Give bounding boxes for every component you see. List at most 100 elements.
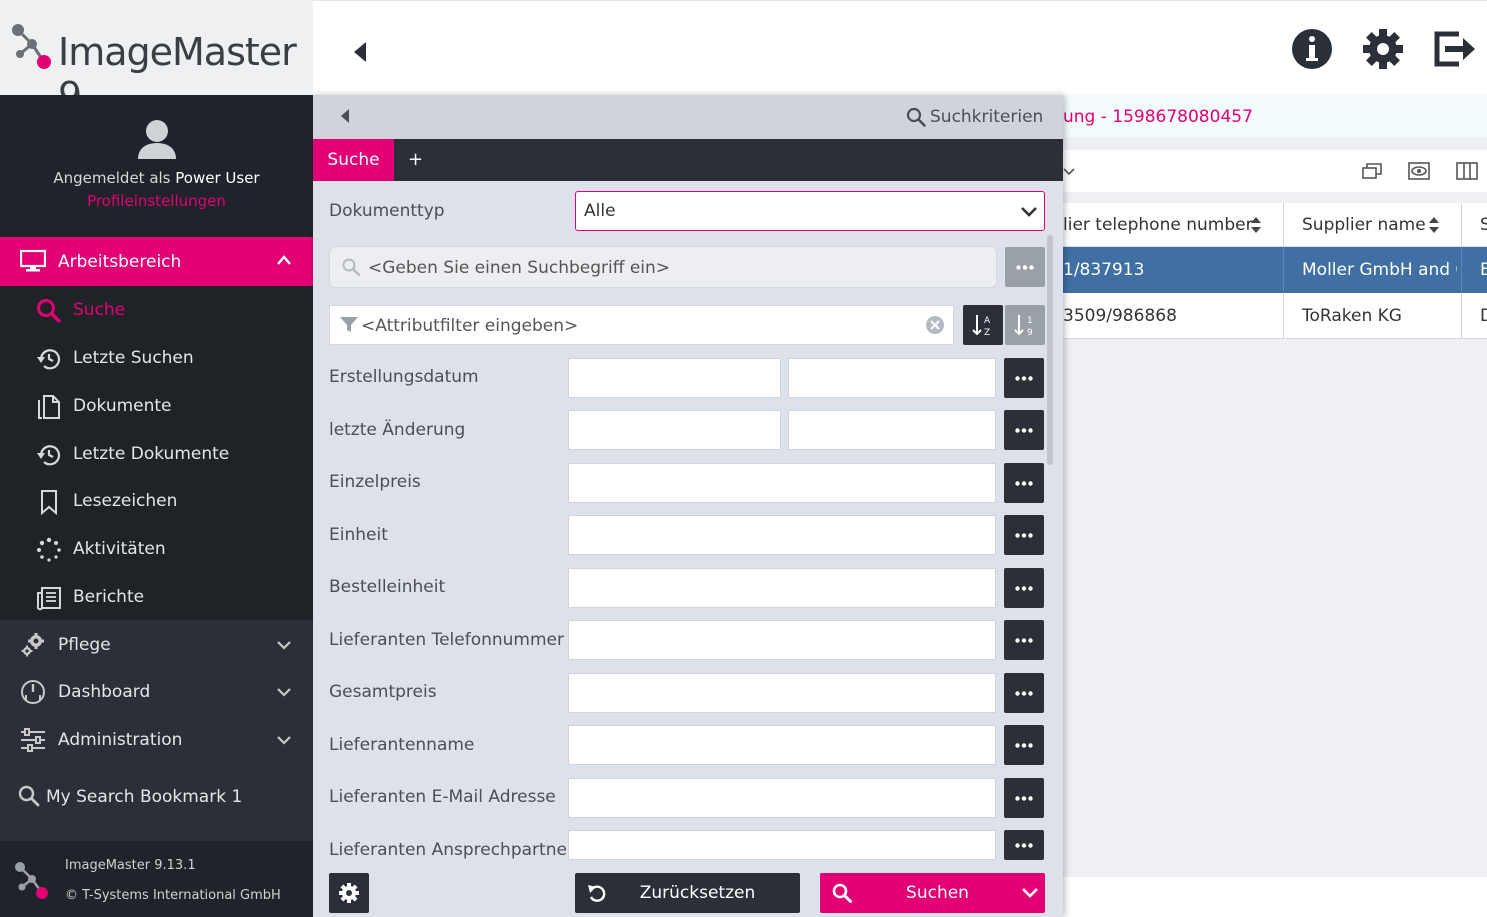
order-unit-input[interactable]	[568, 568, 996, 608]
sliders-icon	[21, 728, 45, 752]
result-footer	[1063, 877, 1487, 917]
search-button-label: Suchen	[906, 883, 969, 903]
field-options-button[interactable]	[1004, 778, 1044, 818]
creation-date-from-input[interactable]	[568, 358, 781, 398]
sort-numeric-button[interactable]: 1 9	[1005, 305, 1045, 345]
sidebar-item-recent-documents[interactable]: Letzte Dokumente	[0, 430, 313, 477]
nav-administration-label: Administration	[58, 730, 183, 750]
windows-icon[interactable]	[1361, 162, 1383, 180]
sidebar-item-reports[interactable]: Berichte	[0, 573, 313, 620]
more-icon	[1015, 638, 1033, 643]
field-options-button[interactable]	[1004, 358, 1044, 398]
unit-input[interactable]	[568, 515, 996, 555]
chevron-down-icon	[277, 641, 291, 650]
svg-text:9: 9	[1027, 328, 1033, 337]
logout-icon[interactable]	[1433, 28, 1475, 70]
last-change-to-input[interactable]	[788, 410, 996, 450]
column-header-extra[interactable]: S	[1480, 215, 1487, 235]
supplier-name-input[interactable]	[568, 725, 996, 765]
history-icon	[37, 445, 61, 466]
field-options-button[interactable]	[1004, 515, 1044, 555]
sidebar-item-activities[interactable]: Aktivitäten	[0, 525, 313, 572]
columns-icon[interactable]	[1456, 162, 1478, 180]
sidebar-item-bookmarks[interactable]: Lesezeichen	[0, 477, 313, 524]
sidebar-item-label: Aktivitäten	[73, 539, 166, 559]
cell-extra: D	[1480, 306, 1487, 326]
field-options-button[interactable]	[1004, 568, 1044, 608]
unit-price-input[interactable]	[568, 463, 996, 503]
attribute-filter-input[interactable]: <Attributfilter eingeben>	[329, 305, 954, 345]
column-header-phone[interactable]: lier telephone number	[1063, 215, 1253, 235]
collapse-sidebar-icon[interactable]	[351, 40, 369, 64]
search-input[interactable]: <Geben Sie einen Suchbegriff ein>	[329, 246, 997, 288]
supplier-contact-input[interactable]	[568, 830, 996, 860]
clear-icon[interactable]	[925, 315, 945, 335]
sort-alpha-button[interactable]: A Z	[963, 305, 1003, 345]
search-button[interactable]: Suchen	[820, 873, 1045, 913]
sidebar-item-label: Letzte Suchen	[73, 348, 194, 368]
last-change-from-input[interactable]	[568, 410, 781, 450]
doctype-select[interactable]: Alle	[575, 191, 1045, 231]
sort-icon[interactable]	[1429, 217, 1439, 233]
column-divider	[1283, 293, 1284, 338]
column-header-supplier[interactable]: Supplier name	[1302, 215, 1426, 235]
field-label-last-change: letzte Änderung	[329, 420, 466, 440]
sidebar-item-label: Letzte Dokumente	[73, 444, 230, 464]
search-icon	[342, 258, 360, 276]
tab-search[interactable]: Suche	[313, 139, 394, 181]
sort-icon[interactable]	[1251, 217, 1261, 233]
field-options-button[interactable]	[1004, 463, 1044, 503]
search-options-button[interactable]	[1005, 247, 1045, 287]
sidebar-item-recent-searches[interactable]: Letzte Suchen	[0, 334, 313, 381]
app-version: ImageMaster 9.13.1	[65, 858, 196, 873]
result-table-header: lier telephone number Supplier name S	[1063, 203, 1487, 247]
nav-maintenance-label: Pflege	[58, 635, 111, 655]
field-options-button[interactable]	[1004, 725, 1044, 765]
gear-icon	[339, 883, 359, 903]
table-row[interactable]: 3509/986868 ToRaken KG D	[1063, 293, 1487, 339]
monitor-icon	[20, 249, 46, 272]
search-settings-button[interactable]	[329, 873, 369, 913]
filter-icon	[340, 317, 358, 332]
table-row[interactable]: 1/837913 Moller GmbH and Co E	[1063, 247, 1487, 293]
field-options-button[interactable]	[1004, 830, 1044, 860]
field-options-button[interactable]	[1004, 620, 1044, 660]
sidebar-footer: ImageMaster 9.13.1 © T-Systems Internati…	[0, 841, 313, 917]
bookmark-icon	[41, 490, 57, 515]
field-options-button[interactable]	[1004, 410, 1044, 450]
nav-workspace[interactable]: Arbeitsbereich	[0, 237, 313, 286]
sidebar-item-label: Lesezeichen	[73, 491, 178, 511]
sidebar-item-documents[interactable]: Dokumente	[0, 382, 313, 429]
panel-scrollbar[interactable]	[1047, 235, 1053, 465]
chevron-down-icon[interactable]	[1021, 887, 1039, 899]
nav-dashboard[interactable]: Dashboard	[0, 668, 313, 715]
nav-maintenance[interactable]: Pflege	[0, 621, 313, 668]
collapse-panel-icon[interactable]	[340, 108, 350, 124]
cell-phone: 3509/986868	[1063, 306, 1177, 326]
add-tab-button[interactable]: +	[408, 139, 423, 181]
user-avatar-icon	[138, 120, 176, 159]
info-icon[interactable]	[1291, 28, 1333, 70]
column-divider	[1461, 293, 1462, 338]
reset-button[interactable]: Zurücksetzen	[575, 873, 800, 913]
profile-settings-link[interactable]: Profileinstellungen	[0, 192, 313, 210]
search-icon	[37, 299, 61, 323]
total-price-input[interactable]	[568, 673, 996, 713]
gear-icon[interactable]	[1362, 28, 1404, 70]
field-label-supplier-phone: Lieferanten Telefonnummer	[329, 630, 564, 650]
nav-search-bookmark[interactable]: My Search Bookmark 1	[0, 773, 313, 820]
field-label-supplier-email: Lieferanten E-Mail Adresse	[329, 787, 556, 807]
preview-icon[interactable]	[1408, 162, 1430, 180]
sidebar-item-search[interactable]: Suche	[0, 286, 313, 333]
supplier-email-input[interactable]	[568, 778, 996, 818]
svg-text:Z: Z	[984, 328, 990, 337]
creation-date-to-input[interactable]	[788, 358, 996, 398]
search-panel: Suchkriterien Suche + Dokumenttyp Alle <…	[313, 95, 1063, 917]
supplier-phone-input[interactable]	[568, 620, 996, 660]
column-divider	[1461, 247, 1462, 293]
nav-administration[interactable]: Administration	[0, 716, 313, 763]
svg-text:1: 1	[1027, 316, 1033, 326]
chevron-down-icon[interactable]	[1063, 162, 1075, 180]
workspace-submenu: Suche Letzte Suchen Dokumente Letzte Dok…	[0, 286, 313, 620]
field-options-button[interactable]	[1004, 673, 1044, 713]
